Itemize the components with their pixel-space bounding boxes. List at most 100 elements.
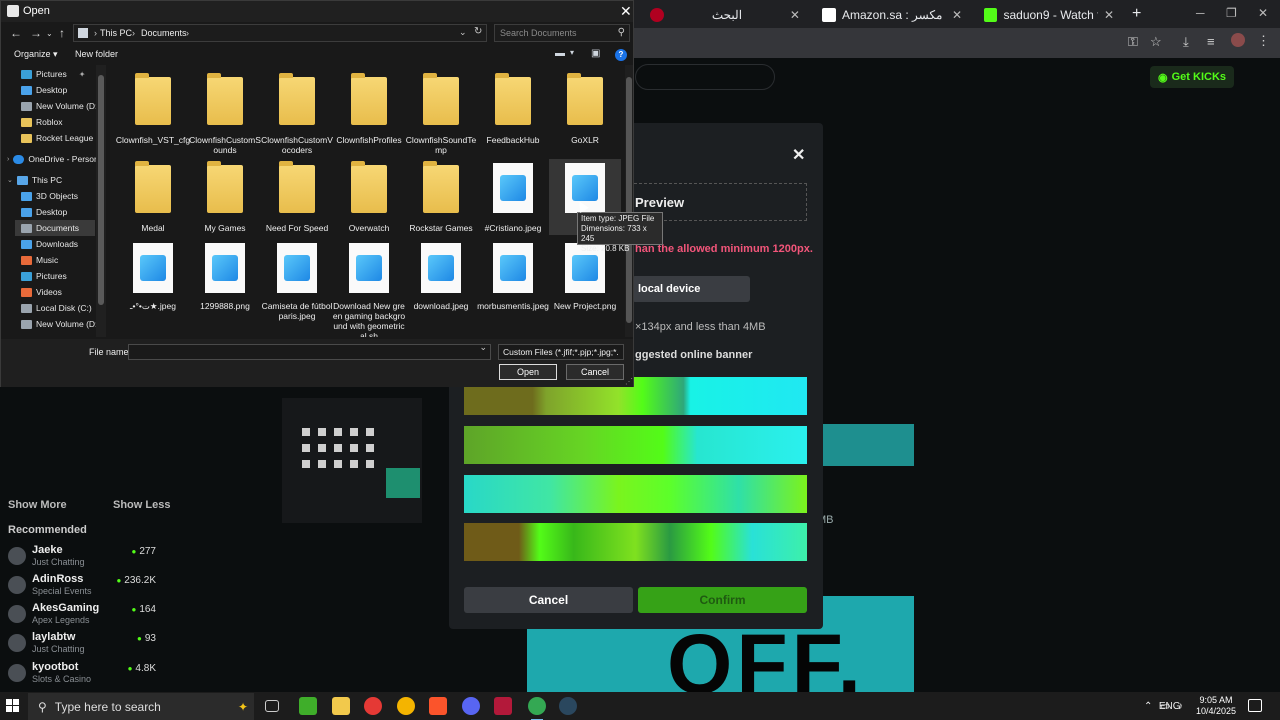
folder-item[interactable]: FeedbackHub (477, 71, 549, 157)
nav-item-pictures[interactable]: Pictures (21, 268, 67, 284)
up-arrow-icon[interactable]: ↑ (59, 26, 65, 40)
chrome-icon[interactable] (364, 697, 382, 715)
recommended-channel[interactable]: AdinRoss Special Events 236.2K (6, 573, 156, 599)
open-button[interactable]: Open (499, 364, 557, 380)
folder-item[interactable]: ClownfishProfiles (333, 71, 405, 157)
folder-item[interactable]: GoXLR (549, 71, 621, 157)
nav-item-new-volume[interactable]: New Volume (D: (21, 98, 97, 114)
recommended-channel[interactable]: kyootbot Slots & Casino 4.8K (6, 661, 156, 687)
nav-item-downloads[interactable]: Downloads (21, 236, 78, 252)
close-tab-icon[interactable]: ✕ (952, 8, 962, 22)
nav-item-local-disk[interactable]: Local Disk (C:) (21, 300, 92, 316)
scrollbar-thumb[interactable] (98, 75, 104, 305)
taskbar-search-input[interactable]: ⚲ Type here to search ✦ (28, 693, 254, 720)
nav-scrollbar[interactable] (96, 65, 106, 337)
bookmark-star-icon[interactable]: ☆ (1150, 34, 1162, 50)
image-file-item[interactable]: 1299888.png (189, 239, 261, 337)
search-input[interactable]: Search Documents ⚲ (494, 24, 630, 42)
folder-item[interactable]: Overwatch (333, 159, 405, 235)
folder-item[interactable]: ClownfishCustomVocoders (261, 71, 333, 157)
folder-item[interactable]: Need For Speed (261, 159, 333, 235)
close-icon[interactable]: ✕ (620, 3, 632, 20)
nav-item-videos[interactable]: Videos (21, 284, 62, 300)
recommended-channel[interactable]: Jaeke Just Chatting 277 (6, 544, 156, 570)
nav-item-pictures[interactable]: Pictures ✦ (21, 66, 85, 82)
close-tab-icon[interactable]: ✕ (1104, 8, 1114, 22)
folder-item[interactable]: Rockstar Games (405, 159, 477, 235)
restore-icon[interactable]: ❐ (1226, 6, 1237, 20)
menu-kebab-icon[interactable]: ⋮ (1257, 33, 1270, 49)
preview-pane-icon[interactable]: ▣ (591, 48, 600, 59)
nav-item-desktop[interactable]: Desktop (21, 82, 67, 98)
modal-confirm-button[interactable]: Confirm (638, 587, 807, 613)
language-indicator[interactable]: ENG (1159, 701, 1181, 712)
nav-item-this-pc[interactable]: ⌄ This PC (7, 172, 62, 188)
folder-item[interactable]: ClownfishCustomSounds (189, 71, 261, 157)
forward-arrow-icon[interactable]: → (30, 26, 42, 40)
image-file-item[interactable]: morbusmentis.jpeg (477, 239, 549, 337)
key-icon[interactable]: ⚿ (1128, 34, 1138, 50)
resize-grip-icon[interactable]: ⋰ (625, 377, 633, 386)
breadcrumb-this-pc[interactable]: This PC (100, 28, 132, 38)
nav-item-onedrive[interactable]: › OneDrive - Persor (7, 151, 97, 167)
image-file-item[interactable]: Camiseta de fútbol paris.jpeg (261, 239, 333, 337)
minecraft-icon[interactable] (299, 697, 317, 715)
valorant-icon[interactable] (494, 697, 512, 715)
organize-menu-button[interactable]: Organize ▾ (14, 49, 58, 60)
folder-item[interactable]: My Games (189, 159, 261, 235)
recent-locations-chevron-icon[interactable]: ⌄ (46, 29, 53, 38)
scrollbar-thumb[interactable] (626, 77, 632, 323)
recommended-channel[interactable]: AkesGaming Apex Legends 164 (6, 602, 156, 628)
taskbar-clock[interactable]: 9:05 AM 10/4/2025 (1196, 695, 1236, 717)
file-type-select[interactable]: Custom Files (*.jfif;*.pjp;*.jpg;*. (498, 344, 624, 360)
file-name-input[interactable] (128, 342, 491, 360)
chrome-profile-icon[interactable] (397, 697, 415, 715)
image-file-item[interactable]: #Cristiano.jpeg (477, 159, 549, 235)
new-folder-button[interactable]: New folder (75, 49, 118, 59)
cancel-button[interactable]: Cancel (566, 364, 624, 380)
show-more-link[interactable]: Show More (8, 499, 67, 511)
breadcrumb-documents[interactable]: Documents (141, 28, 187, 38)
task-view-icon[interactable] (265, 700, 279, 712)
notification-icon[interactable] (1248, 699, 1262, 712)
view-options-icon[interactable]: ▬ (555, 48, 565, 59)
suggested-banner-option[interactable] (464, 523, 807, 561)
video-thumbnail[interactable] (282, 398, 422, 523)
nav-item-new-volume[interactable]: New Volume (D: (21, 316, 97, 332)
help-icon[interactable]: ? (615, 49, 627, 61)
profile-avatar[interactable] (1231, 33, 1245, 47)
nav-item-rocket-league[interactable]: Rocket League (21, 130, 93, 146)
windows-start-icon[interactable] (6, 699, 20, 713)
chevron-down-icon[interactable]: ▾ (570, 48, 574, 57)
folder-item[interactable]: Medal (117, 159, 189, 235)
chevron-down-icon[interactable]: ⌄ (459, 27, 467, 38)
image-file-item[interactable]: ت•°•ـ★.jpeg (117, 239, 189, 337)
image-file-item[interactable]: download.jpeg (405, 239, 477, 337)
media-icon[interactable]: ≡ (1207, 34, 1215, 49)
recommended-channel[interactable]: laylabtw Just Chatting 93 (6, 631, 156, 657)
refresh-icon[interactable]: ↻ (474, 26, 482, 37)
file-list-scrollbar[interactable] (625, 65, 633, 337)
get-kicks-button[interactable]: ◉ Get KICKs (1150, 66, 1235, 88)
nav-item-3d-objects[interactable]: 3D Objects (21, 188, 78, 204)
discord-icon[interactable] (462, 697, 480, 715)
close-tab-icon[interactable]: ✕ (790, 8, 800, 22)
download-icon[interactable]: ⤓ (1183, 34, 1189, 50)
minimize-icon[interactable]: ─ (1196, 6, 1205, 20)
chrome-active-icon[interactable] (528, 697, 546, 720)
folder-item[interactable]: Clownfish_VST_cfg (116, 71, 190, 157)
copilot-sparkle-icon[interactable]: ✦ (238, 700, 248, 714)
browser-tab-active[interactable]: saduon9 - Watch the VOD on K ✕ (974, 3, 1124, 27)
browser-tab[interactable]: Amazon.sa : مكسر ✕ (812, 3, 972, 27)
nav-item-desktop[interactable]: Desktop (21, 204, 67, 220)
site-search-input[interactable] (635, 64, 775, 90)
close-icon[interactable]: ✕ (792, 145, 805, 165)
back-arrow-icon[interactable]: ← (10, 26, 22, 40)
expand-chevron-icon[interactable]: › (7, 156, 9, 163)
brave-icon[interactable] (429, 697, 447, 715)
suggested-banner-option[interactable] (464, 426, 807, 464)
nav-item-documents[interactable]: Documents (15, 220, 95, 236)
upload-local-device-button[interactable]: local device (632, 276, 750, 302)
folder-item[interactable]: ClownfishSoundTemp (405, 71, 477, 157)
plus-icon[interactable]: + (1132, 5, 1141, 23)
